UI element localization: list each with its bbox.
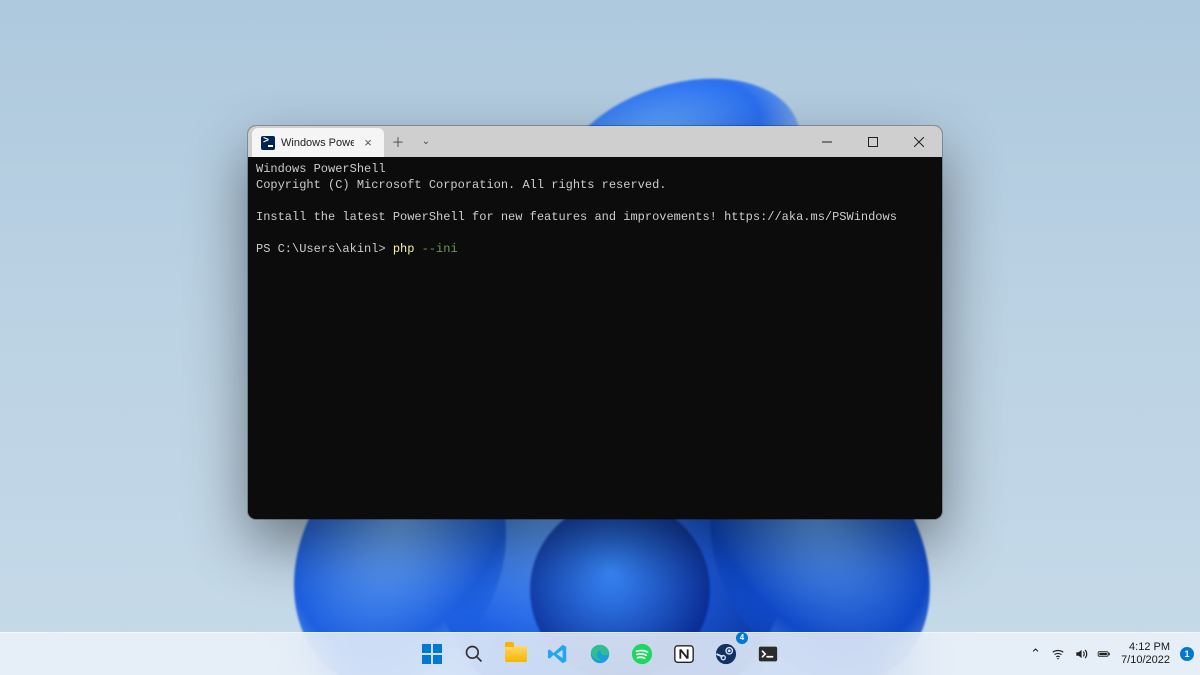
battery-icon — [1097, 647, 1111, 661]
tray-time: 4:12 PM — [1121, 641, 1170, 654]
tray-overflow-button[interactable]: ⌃ — [1030, 646, 1041, 662]
volume-icon — [1074, 647, 1088, 661]
notion-icon — [673, 643, 695, 665]
terminal-body[interactable]: Windows PowerShell Copyright (C) Microso… — [248, 157, 942, 519]
desktop: Windows PowerShell × ＋ ⌄ Windows PowerSh… — [0, 0, 1200, 675]
tab-menu-button[interactable]: ⌄ — [412, 126, 440, 157]
close-window-button[interactable] — [896, 126, 942, 157]
windows-logo-icon — [422, 644, 442, 664]
search-icon — [464, 644, 484, 664]
terminal-command: php — [393, 242, 415, 256]
wifi-icon — [1051, 647, 1065, 661]
new-tab-button[interactable]: ＋ — [384, 126, 412, 157]
terminal-taskbar-button[interactable] — [749, 635, 787, 673]
terminal-window[interactable]: Windows PowerShell × ＋ ⌄ Windows PowerSh… — [248, 126, 942, 519]
quick-settings-button[interactable] — [1051, 647, 1111, 661]
powershell-icon — [261, 136, 275, 150]
titlebar-drag-area[interactable] — [440, 126, 804, 157]
steam-button[interactable]: 4 — [707, 635, 745, 673]
terminal-prompt: PS C:\Users\akinl> — [256, 242, 386, 256]
folder-icon — [505, 646, 527, 662]
tab-title: Windows PowerShell — [281, 137, 354, 149]
notion-button[interactable] — [665, 635, 703, 673]
system-tray: ⌃ 4:12 PM 7/10/2022 1 — [1030, 641, 1194, 667]
clock-button[interactable]: 4:12 PM 7/10/2022 — [1121, 641, 1170, 667]
steam-badge: 4 — [736, 632, 748, 644]
titlebar[interactable]: Windows PowerShell × ＋ ⌄ — [248, 126, 942, 157]
edge-icon — [589, 643, 611, 665]
steam-icon — [715, 643, 737, 665]
edge-button[interactable] — [581, 635, 619, 673]
terminal-line: Copyright (C) Microsoft Corporation. All… — [256, 178, 666, 192]
start-button[interactable] — [413, 635, 451, 673]
spotify-icon — [631, 643, 653, 665]
terminal-line: Windows PowerShell — [256, 162, 386, 176]
maximize-button[interactable] — [850, 126, 896, 157]
taskbar[interactable]: 4 ⌃ 4:12 PM 7/10/2022 1 — [0, 632, 1200, 675]
taskbar-center: 4 — [413, 635, 787, 673]
search-button[interactable] — [455, 635, 493, 673]
minimize-button[interactable] — [804, 126, 850, 157]
file-explorer-button[interactable] — [497, 635, 535, 673]
vscode-button[interactable] — [539, 635, 577, 673]
terminal-argument: --ini — [422, 242, 458, 256]
terminal-icon — [757, 643, 779, 665]
tray-date: 7/10/2022 — [1121, 654, 1170, 667]
tab-powershell[interactable]: Windows PowerShell × — [252, 128, 384, 157]
notification-badge[interactable]: 1 — [1180, 647, 1194, 661]
spotify-button[interactable] — [623, 635, 661, 673]
terminal-line: Install the latest PowerShell for new fe… — [256, 210, 897, 224]
vscode-icon — [547, 643, 569, 665]
close-tab-button[interactable]: × — [360, 135, 376, 151]
